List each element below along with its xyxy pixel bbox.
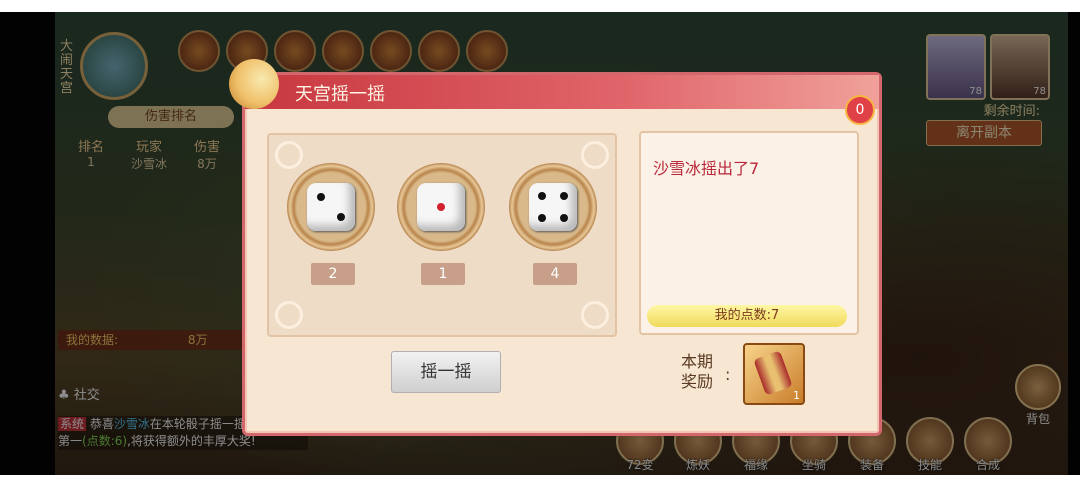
- die-value: 2: [311, 263, 355, 285]
- dialog-header: 天宫摇一摇: [245, 75, 879, 109]
- reward-label-line1: 本期: [681, 352, 714, 371]
- die-slot-3: 4: [509, 163, 601, 285]
- my-points-bar: 我的点数:7: [647, 305, 847, 327]
- die-one-icon: [417, 183, 465, 231]
- reward-quantity: 1: [793, 389, 800, 402]
- result-panel: 沙雪冰摇出了7 我的点数:7: [639, 131, 859, 335]
- die-two-icon: [307, 183, 355, 231]
- shake-button[interactable]: 摇一摇: [391, 351, 501, 393]
- game-scene: 大闹天宫 伤害排名 排名 玩家 伤害 1 沙雪冰 8万 我的数据: 8万 ♣ 社…: [0, 12, 1080, 475]
- die-four-icon: [529, 183, 577, 231]
- moon-icon: [229, 59, 279, 109]
- dice-dialog: 天宫摇一摇 0 2 1 4 沙雪冰摇出了7 我的点数:7 摇一摇 本期 奖励:…: [229, 59, 882, 436]
- reward-label: 本期 奖励: [681, 352, 713, 392]
- scroll-icon: [753, 350, 793, 396]
- die-ring: [397, 163, 485, 251]
- cloud-ornament-icon: [275, 301, 303, 329]
- die-value: 1: [421, 263, 465, 285]
- close-badge-button[interactable]: 0: [845, 95, 875, 125]
- roll-result-text: 沙雪冰摇出了7: [653, 159, 760, 178]
- die-slot-2: 1: [397, 163, 489, 285]
- die-value: 4: [533, 263, 577, 285]
- reward-label-line2: 奖励: [681, 372, 714, 391]
- dice-panel: 2 1 4: [267, 133, 617, 337]
- dialog-title: 天宫摇一摇: [295, 84, 385, 105]
- cloud-ornament-icon: [581, 301, 609, 329]
- die-ring: [287, 163, 375, 251]
- die-ring: [509, 163, 597, 251]
- die-slot-1: 2: [287, 163, 379, 285]
- reward-item[interactable]: 1: [743, 343, 805, 405]
- reward-colon: :: [725, 365, 731, 384]
